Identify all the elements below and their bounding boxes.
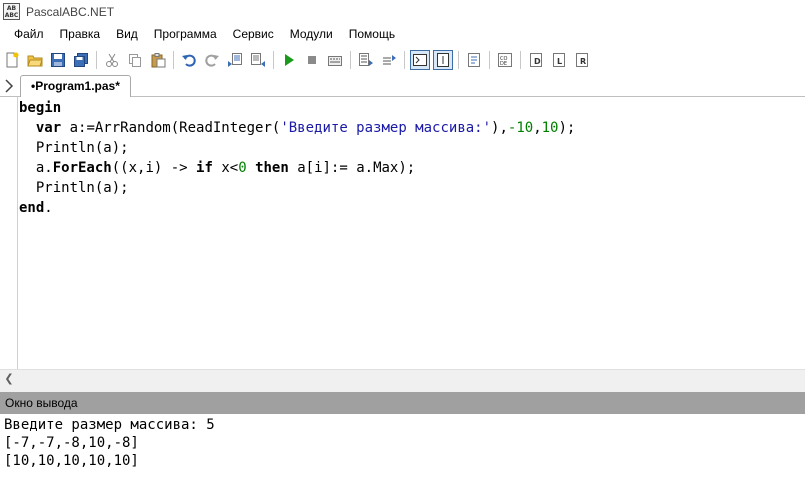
code-line: Println(a); (19, 138, 575, 158)
code-editor[interactable]: begin var a:=ArrRandom(ReadInteger('Введ… (0, 97, 805, 369)
undo-icon[interactable] (179, 50, 199, 70)
code-token: ((x,i) -> (111, 160, 197, 176)
compile-icon[interactable] (325, 50, 345, 70)
menu-bar: Файл Правка Вид Программа Сервис Модули … (0, 24, 805, 44)
code-token: ), (491, 120, 508, 136)
app-logo-text-bottom: ABC (4, 11, 19, 19)
code-line: end. (19, 198, 575, 218)
cut-icon[interactable] (102, 50, 122, 70)
open-file-icon[interactable] (25, 50, 45, 70)
number-literal: 10 (541, 120, 559, 136)
toolbar-separator (489, 50, 490, 69)
code-token: a[i]:= a.Max); (288, 160, 416, 176)
svg-text:R: R (580, 57, 586, 66)
keyword: ForEach (52, 160, 112, 176)
editor-horizontal-scrollbar[interactable]: ❮ (0, 369, 805, 387)
code-token: . (44, 200, 53, 216)
code-line: begin (19, 98, 575, 118)
output-window[interactable]: Введите размер массива: 5 [-7,-7,-8,10,-… (0, 414, 805, 483)
tab-menu-icon[interactable] (4, 77, 18, 93)
toolbar-separator (404, 50, 405, 69)
tab-program1[interactable]: •Program1.pas* (20, 75, 131, 97)
keyword: then (255, 160, 289, 176)
number-literal: -10 (507, 120, 534, 136)
output-line: [10,10,10,10,10] (4, 453, 139, 469)
redo-icon[interactable] (202, 50, 222, 70)
editor-gutter (0, 97, 18, 369)
toolbar: CO DE D L R (0, 47, 805, 72)
copy-icon[interactable] (125, 50, 145, 70)
app-logo-icon: AB ABC (3, 3, 20, 20)
scroll-left-icon[interactable]: ❮ (2, 371, 16, 387)
menu-modules[interactable]: Модули (282, 24, 341, 44)
code-line: var a:=ArrRandom(ReadInteger('Введите ра… (19, 118, 575, 138)
window-title: PascalABC.NET (26, 4, 115, 19)
menu-view[interactable]: Вид (108, 24, 146, 44)
output-line: [-7,-7,-8,10,-8] (4, 435, 139, 451)
menu-edit[interactable]: Правка (52, 24, 109, 44)
code-line: a.ForEach((x,i) -> if x<0 then a[i]:= a.… (19, 158, 575, 178)
code-token: Println(a); (35, 140, 129, 156)
code-token: Println(a); (35, 180, 129, 196)
step-over-icon[interactable] (379, 50, 399, 70)
title-bar: AB ABC PascalABC.NET (0, 0, 805, 23)
editor-tab-strip: •Program1.pas* (0, 73, 805, 97)
code-line: Println(a); (19, 178, 575, 198)
format-icon[interactable] (464, 50, 484, 70)
replace-icon[interactable] (248, 50, 268, 70)
svg-text:L: L (557, 57, 562, 66)
keyword: begin (19, 100, 62, 116)
code-text[interactable]: begin var a:=ArrRandom(ReadInteger('Введ… (19, 98, 575, 218)
toolbar-separator (96, 50, 97, 69)
output-window-title: Окно вывода (5, 396, 78, 410)
save-all-icon[interactable] (71, 50, 91, 70)
app-logo-text-top: AB (6, 4, 17, 12)
menu-program[interactable]: Программа (146, 24, 225, 44)
code-token: ); (558, 120, 576, 136)
toolbar-separator (350, 50, 351, 69)
toolbar-separator (458, 50, 459, 69)
keyword: var (35, 120, 62, 136)
menu-service[interactable]: Сервис (225, 24, 282, 44)
show-locals-icon[interactable]: L (549, 50, 569, 70)
menu-help[interactable]: Помощь (341, 24, 403, 44)
code-token: , (533, 120, 542, 136)
save-icon[interactable] (48, 50, 68, 70)
keyword: if (196, 160, 213, 176)
paste-icon[interactable] (148, 50, 168, 70)
find-icon[interactable] (225, 50, 245, 70)
toolbar-separator (173, 50, 174, 69)
code-icon[interactable]: CO DE (495, 50, 515, 70)
stop-icon[interactable] (302, 50, 322, 70)
show-debug-icon[interactable]: D (526, 50, 546, 70)
svg-text:D: D (534, 57, 541, 66)
code-token: a. (35, 160, 53, 176)
show-run-icon[interactable]: R (572, 50, 592, 70)
output-window-header: Окно вывода (0, 392, 805, 414)
code-token: x< (212, 160, 239, 176)
output-line: Введите размер массива: 5 (4, 417, 215, 433)
svg-text:DE: DE (500, 61, 507, 67)
run-icon[interactable] (279, 50, 299, 70)
new-file-icon[interactable] (2, 50, 22, 70)
output-window-toggle-icon[interactable] (410, 49, 430, 70)
debug-window-toggle-icon[interactable] (433, 49, 453, 70)
keyword: end (19, 200, 45, 216)
toolbar-separator (273, 50, 274, 69)
string-literal: 'Введите размер массива:' (280, 120, 492, 136)
toolbar-separator (520, 50, 521, 69)
number-literal: 0 (238, 160, 247, 176)
code-token: a:=ArrRandom(ReadInteger( (61, 120, 281, 136)
menu-file[interactable]: Файл (6, 24, 52, 44)
step-into-icon[interactable] (356, 50, 376, 70)
